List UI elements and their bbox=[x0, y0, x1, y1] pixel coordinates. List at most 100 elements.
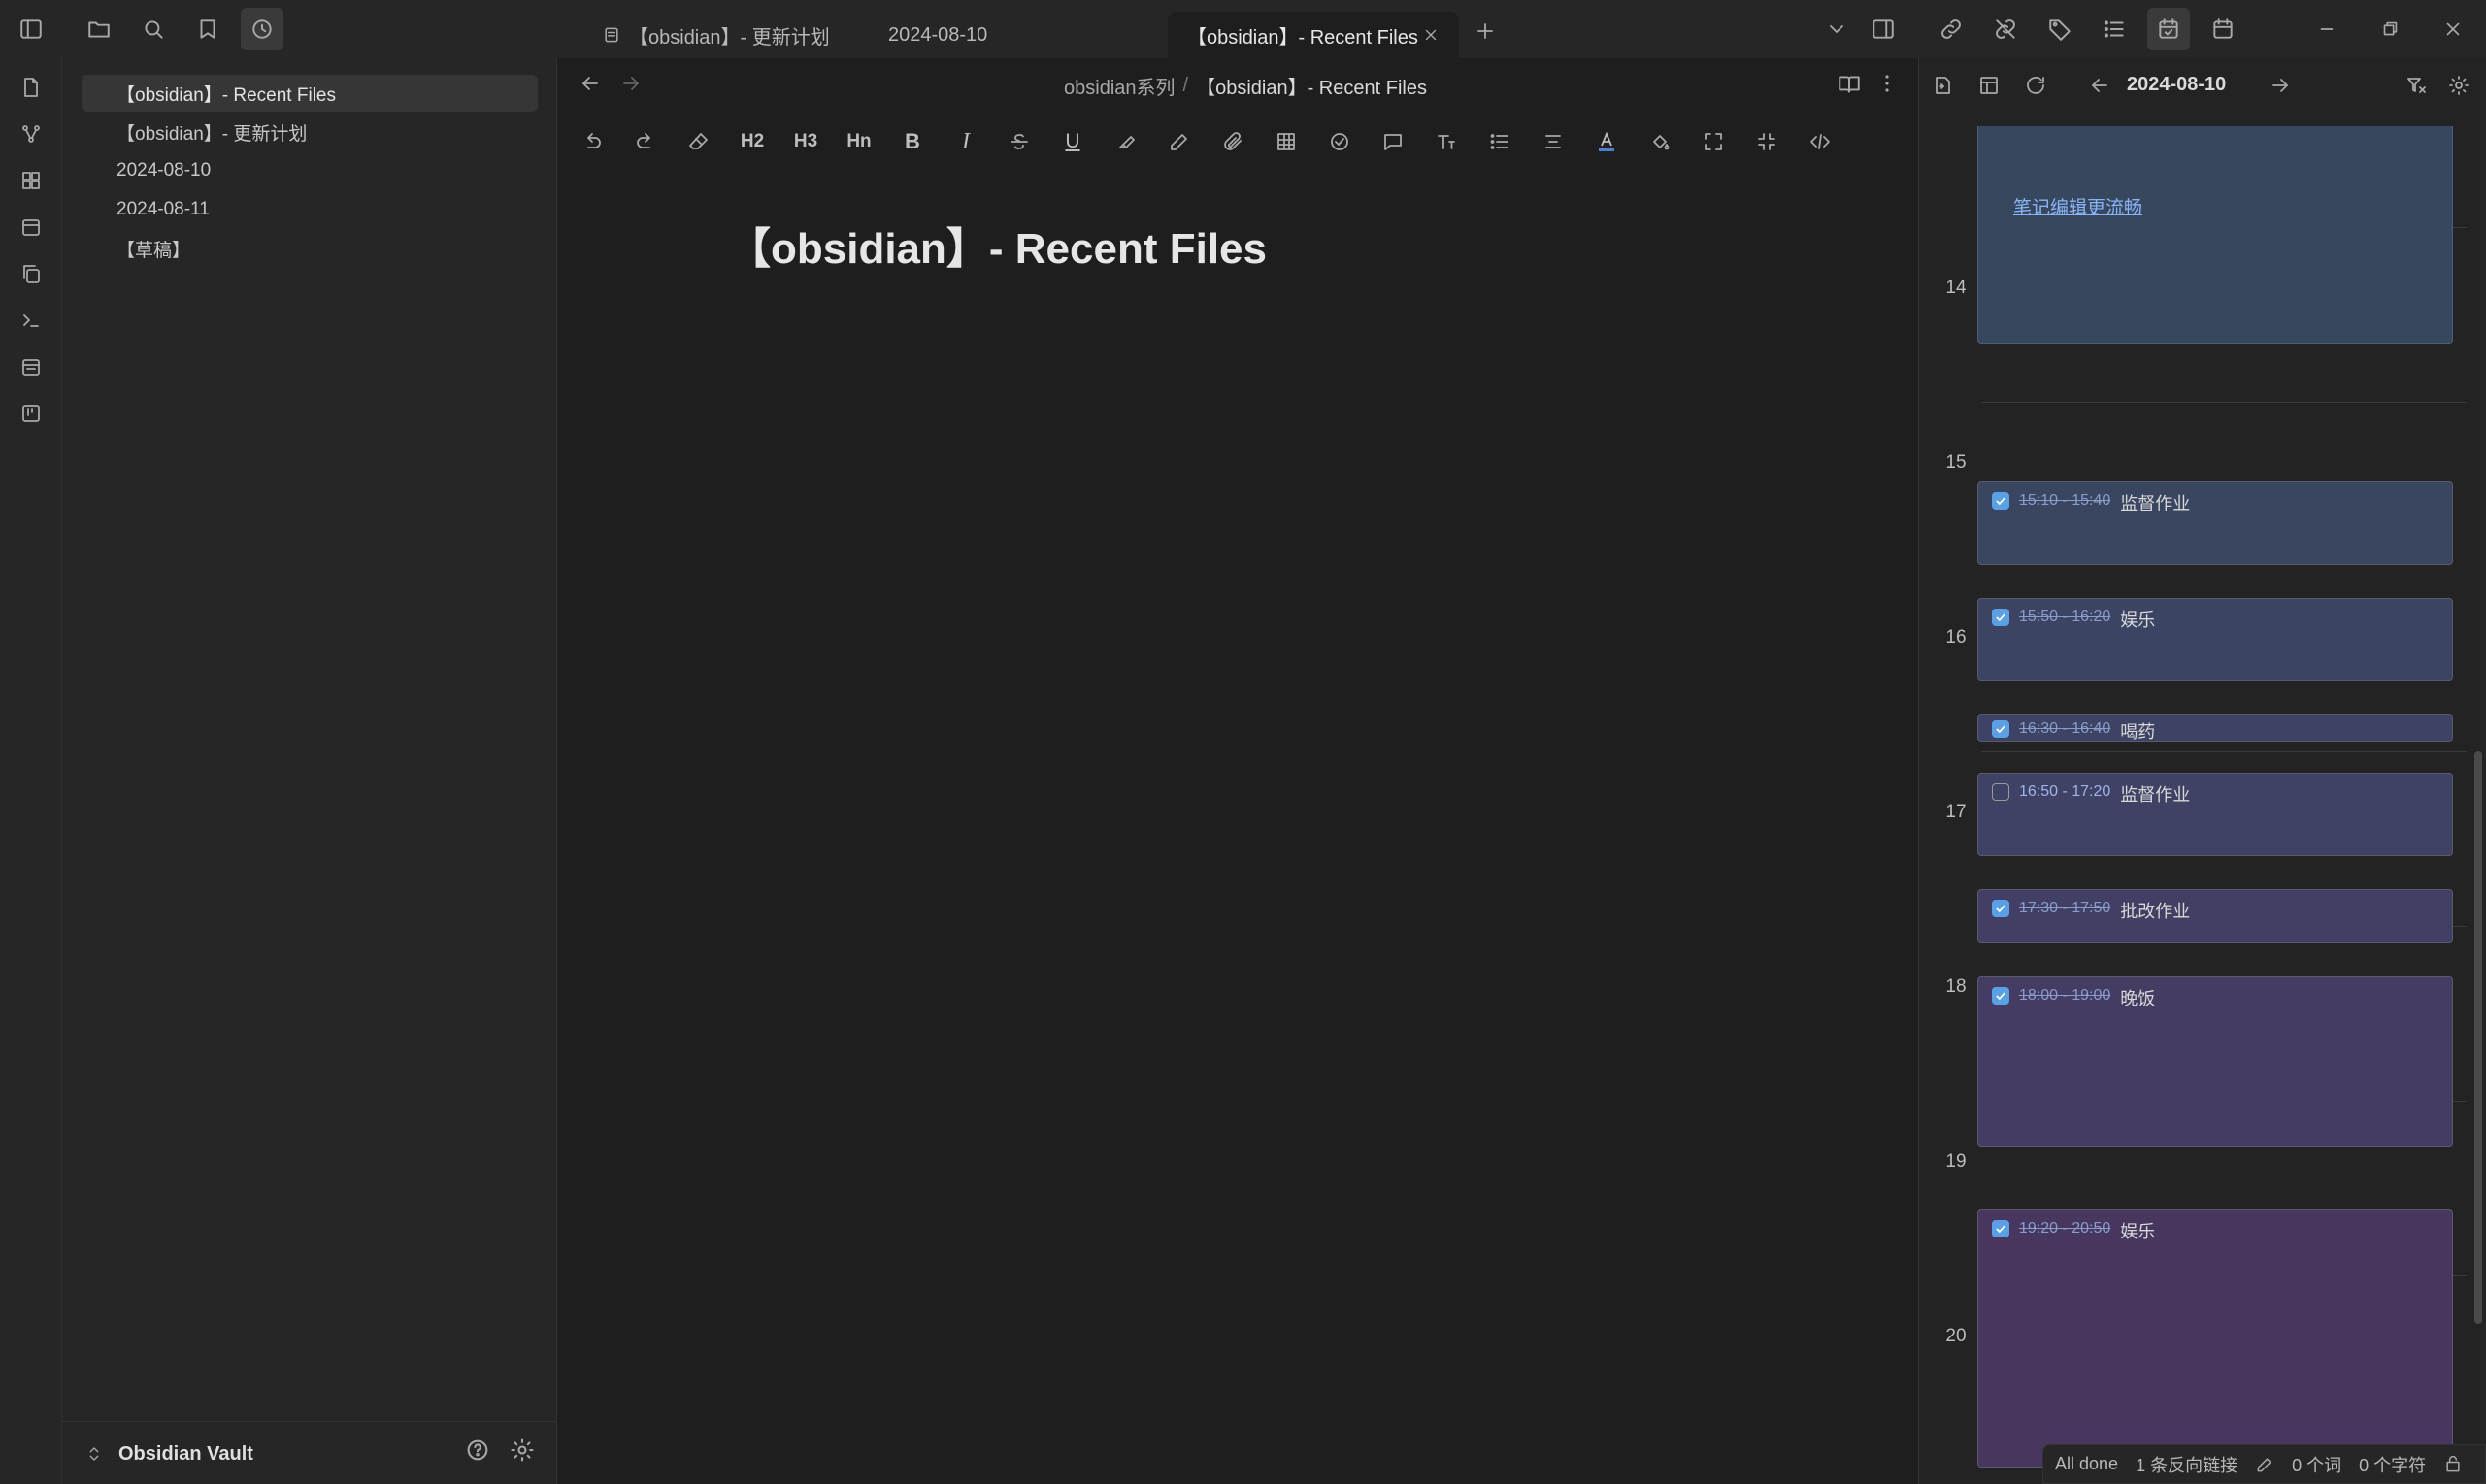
checkbox-checked[interactable] bbox=[1992, 987, 2009, 1005]
planner-calendar-icon[interactable] bbox=[10, 346, 52, 388]
attachment-paperclip-icon[interactable] bbox=[1211, 120, 1254, 163]
highlighter-icon[interactable] bbox=[1105, 120, 1147, 163]
terminal-icon[interactable] bbox=[10, 299, 52, 342]
strikethrough-icon[interactable] bbox=[998, 120, 1041, 163]
event-card[interactable]: 18:00 - 19:00 晚饭 bbox=[1977, 976, 2453, 1147]
event-card[interactable]: 笔记编辑更流畅 bbox=[1977, 126, 2453, 344]
forward-arrow-icon[interactable] bbox=[619, 72, 643, 95]
minimize-icon[interactable] bbox=[2305, 8, 2348, 50]
bullet-list-icon[interactable] bbox=[1478, 120, 1521, 163]
heading-3-button[interactable]: H3 bbox=[784, 120, 827, 163]
back-arrow-icon[interactable] bbox=[579, 72, 602, 95]
event-card[interactable]: 16:50 - 17:20 监督作业 bbox=[1977, 773, 2453, 856]
layout-columns-icon[interactable] bbox=[1977, 74, 2001, 97]
highlight-fill-icon[interactable] bbox=[1639, 120, 1681, 163]
italic-button[interactable]: I bbox=[945, 120, 987, 163]
edit-mode-pencil-icon[interactable] bbox=[2255, 1455, 2274, 1474]
checkbox-checked[interactable] bbox=[1992, 1220, 2009, 1237]
graph-view-icon[interactable] bbox=[10, 113, 52, 155]
checkbox-checked[interactable] bbox=[1992, 720, 2009, 738]
table-icon[interactable] bbox=[1265, 120, 1308, 163]
checkbox-checked[interactable] bbox=[1992, 900, 2009, 917]
close-icon[interactable] bbox=[1422, 26, 1440, 44]
file-item[interactable]: 2024-08-11 bbox=[82, 191, 538, 228]
file-item[interactable]: 2024-08-10 bbox=[82, 152, 538, 189]
sync-icon[interactable] bbox=[2443, 1455, 2463, 1474]
event-card[interactable]: 19:20 - 20:50 娱乐 bbox=[1977, 1209, 2453, 1468]
status-all-done[interactable]: All done bbox=[2055, 1454, 2118, 1474]
kanban-board-icon[interactable] bbox=[10, 392, 52, 435]
recent-files-clock-icon[interactable] bbox=[241, 8, 283, 50]
text-color-icon[interactable] bbox=[1585, 120, 1628, 163]
new-tab-button[interactable] bbox=[1464, 10, 1507, 52]
checkbox-unchecked[interactable] bbox=[1992, 783, 2009, 801]
vault-switcher[interactable]: Obsidian Vault bbox=[85, 1435, 253, 1473]
canvas-grid-icon[interactable] bbox=[10, 159, 52, 202]
file-label: 2024-08-11 bbox=[116, 199, 210, 219]
file-item[interactable]: 【草稿】 bbox=[82, 230, 538, 267]
breadcrumb-separator: / bbox=[1182, 74, 1189, 96]
restore-window-icon[interactable] bbox=[2369, 8, 2411, 50]
close-window-icon[interactable] bbox=[2432, 8, 2474, 50]
edit-pencil-icon[interactable] bbox=[1158, 120, 1201, 163]
calendar-icon[interactable] bbox=[2202, 8, 2244, 50]
collapse-icon[interactable] bbox=[1745, 120, 1788, 163]
filter-icon[interactable] bbox=[2404, 74, 2428, 97]
bookmark-icon[interactable] bbox=[186, 8, 229, 50]
tab-2024-08-10[interactable]: 2024-08-10 bbox=[869, 12, 1007, 58]
heading-2-button[interactable]: H2 bbox=[731, 120, 774, 163]
checkbox-checked[interactable] bbox=[1992, 609, 2009, 626]
breadcrumb-parent[interactable]: obsidian系列 bbox=[1064, 72, 1176, 100]
fullscreen-icon[interactable] bbox=[1692, 120, 1735, 163]
bold-button[interactable]: B bbox=[891, 120, 934, 163]
event-card[interactable]: 17:30 - 17:50 批改作业 bbox=[1977, 889, 2453, 943]
status-backlinks[interactable]: 1 条反向链接 bbox=[2136, 1452, 2237, 1477]
calendar-check-icon[interactable] bbox=[2147, 8, 2190, 50]
redo-icon[interactable] bbox=[624, 120, 667, 163]
tab-recent-files[interactable]: 【obsidian】- Recent Files bbox=[1168, 12, 1459, 58]
tab-list-chevron-down-icon[interactable] bbox=[1815, 8, 1858, 50]
heading-n-button[interactable]: Hn bbox=[838, 120, 880, 163]
eraser-icon[interactable] bbox=[678, 120, 720, 163]
reading-view-book-icon[interactable] bbox=[1837, 72, 1862, 97]
daily-note-calendar-icon[interactable] bbox=[10, 206, 52, 248]
folder-icon[interactable] bbox=[78, 8, 120, 50]
more-options-icon[interactable] bbox=[1875, 72, 1899, 95]
comment-bubble-icon[interactable] bbox=[1372, 120, 1414, 163]
event-link[interactable]: 笔记编辑更流畅 bbox=[2013, 193, 2142, 219]
open-note-icon[interactable] bbox=[10, 66, 52, 109]
planner-settings-gear-icon[interactable] bbox=[2447, 74, 2470, 97]
event-card[interactable]: 15:50 - 16:20 娱乐 bbox=[1977, 598, 2453, 681]
tab-update-plan[interactable]: 【obsidian】- 更新计划 bbox=[582, 12, 849, 58]
copy-files-icon[interactable] bbox=[10, 252, 52, 295]
scrollbar-thumb[interactable] bbox=[2474, 751, 2482, 1324]
export-icon[interactable] bbox=[1931, 74, 1954, 97]
outline-list-icon[interactable] bbox=[2093, 8, 2136, 50]
search-icon[interactable] bbox=[132, 8, 175, 50]
event-card[interactable]: 15:10 - 15:40 监督作业 bbox=[1977, 481, 2453, 565]
help-icon[interactable] bbox=[464, 1436, 491, 1464]
unlinked-icon[interactable] bbox=[1984, 8, 2027, 50]
checkbox-checked[interactable] bbox=[1992, 492, 2009, 510]
text-format-icon[interactable] bbox=[1425, 120, 1468, 163]
undo-icon[interactable] bbox=[571, 120, 613, 163]
task-check-circle-icon[interactable] bbox=[1318, 120, 1361, 163]
align-center-icon[interactable] bbox=[1532, 120, 1574, 163]
page-title[interactable]: 【obsidian】- Recent Files bbox=[728, 214, 1267, 276]
settings-gear-icon[interactable] bbox=[509, 1436, 536, 1464]
file-item[interactable]: 【obsidian】- 更新计划 bbox=[82, 114, 538, 150]
file-item[interactable]: 【obsidian】- Recent Files bbox=[82, 75, 538, 112]
tags-icon[interactable] bbox=[2039, 8, 2081, 50]
planner-date[interactable]: 2024-08-10 bbox=[2127, 74, 2226, 96]
source-code-icon[interactable] bbox=[1799, 120, 1841, 163]
link-icon[interactable] bbox=[1930, 8, 1972, 50]
sidebar-toggle-icon[interactable] bbox=[10, 8, 52, 50]
breadcrumb-current[interactable]: 【obsidian】- Recent Files bbox=[1196, 72, 1427, 100]
timeline-grid[interactable]: 14 15 16 17 18 19 20 21 笔记编辑更流畅 15:10 - … bbox=[1919, 126, 2486, 1484]
event-card[interactable]: 16:30 - 16:40 喝药 bbox=[1977, 714, 2453, 742]
next-day-arrow-icon[interactable] bbox=[2269, 74, 2292, 97]
underline-button[interactable]: U bbox=[1051, 120, 1094, 163]
previous-day-arrow-icon[interactable] bbox=[2088, 74, 2111, 97]
right-sidebar-toggle-icon[interactable] bbox=[1862, 8, 1905, 50]
refresh-icon[interactable] bbox=[2024, 74, 2047, 97]
